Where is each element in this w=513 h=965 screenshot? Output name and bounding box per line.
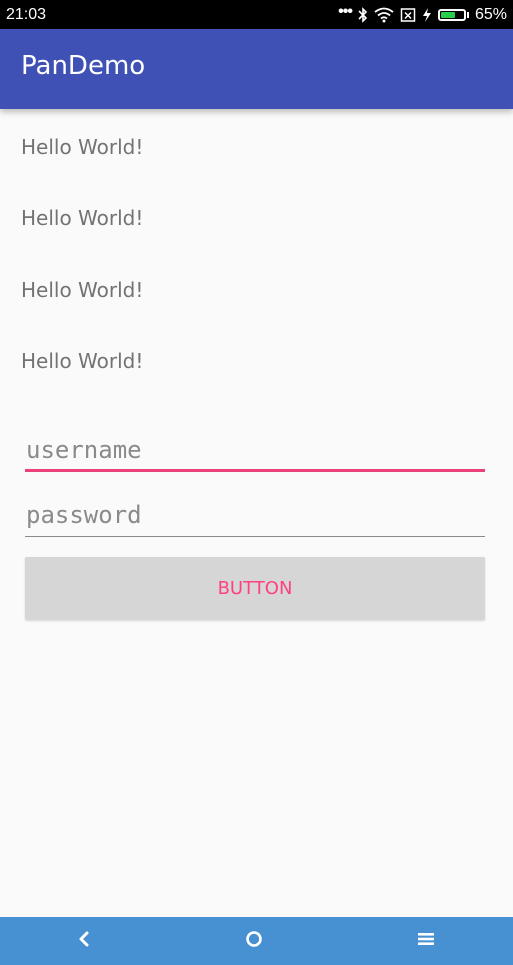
password-field[interactable] bbox=[25, 493, 485, 537]
submit-button-label: BUTTON bbox=[217, 578, 293, 599]
charging-icon bbox=[422, 7, 432, 23]
hello-text-4: Hello World! bbox=[21, 349, 144, 373]
hello-text-2: Hello World! bbox=[21, 206, 144, 230]
menu-button[interactable] bbox=[396, 917, 456, 965]
password-underline bbox=[25, 536, 485, 537]
username-field[interactable] bbox=[25, 428, 485, 472]
no-sim-icon bbox=[400, 7, 416, 23]
submit-button[interactable]: BUTTON bbox=[25, 557, 485, 620]
battery-percent: 65% bbox=[474, 5, 507, 23]
main-content: Hello World! Hello World! Hello World! H… bbox=[0, 109, 513, 917]
hello-text-1: Hello World! bbox=[21, 135, 144, 159]
more-dots-icon: ••• bbox=[338, 2, 353, 20]
battery-icon bbox=[437, 8, 469, 21]
username-underline bbox=[25, 469, 485, 472]
menu-icon bbox=[417, 931, 435, 951]
status-icons: ••• 65% bbox=[338, 2, 507, 24]
bluetooth-icon bbox=[358, 6, 368, 23]
wifi-icon bbox=[374, 7, 394, 23]
username-input[interactable] bbox=[25, 428, 485, 472]
password-input[interactable] bbox=[25, 493, 485, 537]
back-icon bbox=[77, 930, 91, 952]
status-bar: 21:03 ••• 65% bbox=[0, 0, 513, 29]
app-title: PanDemo bbox=[21, 51, 146, 81]
status-time: 21:03 bbox=[6, 5, 47, 23]
hello-text-3: Hello World! bbox=[21, 278, 144, 302]
navigation-bar bbox=[0, 917, 513, 965]
home-icon bbox=[244, 929, 264, 953]
back-button[interactable] bbox=[54, 917, 114, 965]
home-button[interactable] bbox=[224, 917, 284, 965]
app-bar: PanDemo bbox=[0, 29, 513, 109]
